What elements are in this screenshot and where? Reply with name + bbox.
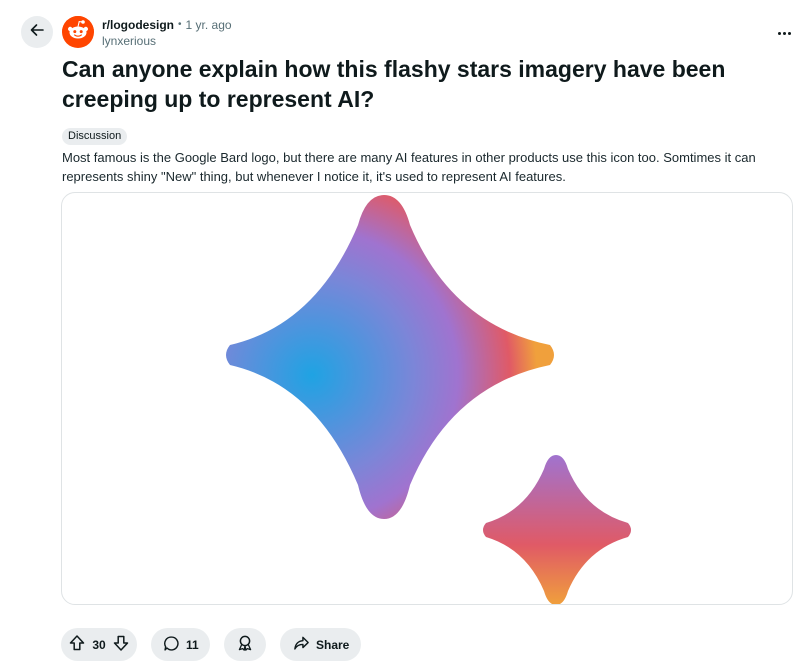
- post-title: Can anyone explain how this flashy stars…: [62, 56, 726, 112]
- ellipsis-icon: [777, 31, 791, 35]
- vote-score: 30: [92, 637, 106, 652]
- small-sparkle-star: [483, 455, 631, 604]
- share-arrow-icon: [293, 635, 310, 655]
- subreddit-link[interactable]: r/logodesign: [102, 17, 174, 33]
- meta-separator: •: [178, 19, 182, 30]
- post-meta-top: r/logodesign • 1 yr. ago: [102, 17, 232, 33]
- share-button[interactable]: Share: [280, 628, 361, 661]
- award-icon: [236, 634, 254, 655]
- post-body: Most famous is the Google Bard logo, but…: [62, 150, 756, 184]
- comments-button[interactable]: 11: [151, 628, 210, 661]
- author-link[interactable]: lynxerious: [102, 33, 232, 49]
- large-sparkle-star: [226, 195, 554, 519]
- reddit-snoo-icon: [62, 16, 94, 48]
- subreddit-avatar[interactable]: [62, 16, 94, 48]
- back-button[interactable]: [21, 16, 53, 48]
- arrow-left-icon: [28, 21, 46, 44]
- comment-count: 11: [186, 637, 199, 652]
- post-image[interactable]: [61, 192, 793, 605]
- sparkle-stars-image: [226, 195, 631, 604]
- more-options-button[interactable]: [770, 22, 798, 44]
- post-action-bar: 30 11 Share: [61, 628, 361, 661]
- downvote-arrow-icon: [112, 634, 130, 655]
- vote-control: 30: [61, 628, 137, 661]
- post-age: 1 yr. ago: [185, 18, 232, 32]
- downvote-button[interactable]: [109, 632, 133, 658]
- speech-bubble-icon: [163, 635, 180, 655]
- post-meta: r/logodesign • 1 yr. ago lynxerious: [102, 17, 232, 49]
- post-flair[interactable]: Discussion: [62, 128, 128, 145]
- upvote-arrow-icon: [68, 634, 86, 655]
- award-button[interactable]: [224, 628, 266, 661]
- upvote-button[interactable]: [65, 632, 89, 658]
- share-label: Share: [316, 637, 350, 652]
